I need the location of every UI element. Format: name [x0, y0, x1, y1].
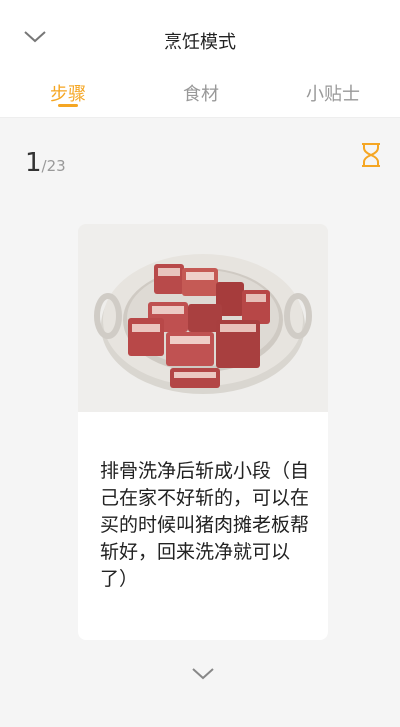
total-steps: /23	[41, 157, 66, 175]
next-step-chevron-down-icon[interactable]	[190, 665, 216, 683]
active-tab-indicator	[58, 104, 78, 107]
step-photo	[78, 224, 328, 412]
current-step: 1	[25, 148, 42, 178]
tab-tips[interactable]: 小贴士	[306, 80, 360, 106]
step-card: 排骨洗净后斩成小段（自己在家不好斩的，可以在买的时候叫猪肉摊老板帮斩好，回来洗净…	[78, 224, 328, 640]
tab-ingredients[interactable]: 食材	[183, 80, 219, 106]
step-counter: 1/23	[25, 148, 66, 178]
step-description: 排骨洗净后斩成小段（自己在家不好斩的，可以在买的时候叫猪肉摊老板帮斩好，回来洗净…	[100, 460, 310, 590]
header-bar: 烹饪模式	[0, 0, 400, 76]
page-title: 烹饪模式	[164, 32, 236, 53]
tab-bar: 步骤 食材 小贴士	[0, 76, 400, 118]
hourglass-icon[interactable]	[360, 142, 382, 168]
tab-steps[interactable]: 步骤	[50, 80, 86, 106]
